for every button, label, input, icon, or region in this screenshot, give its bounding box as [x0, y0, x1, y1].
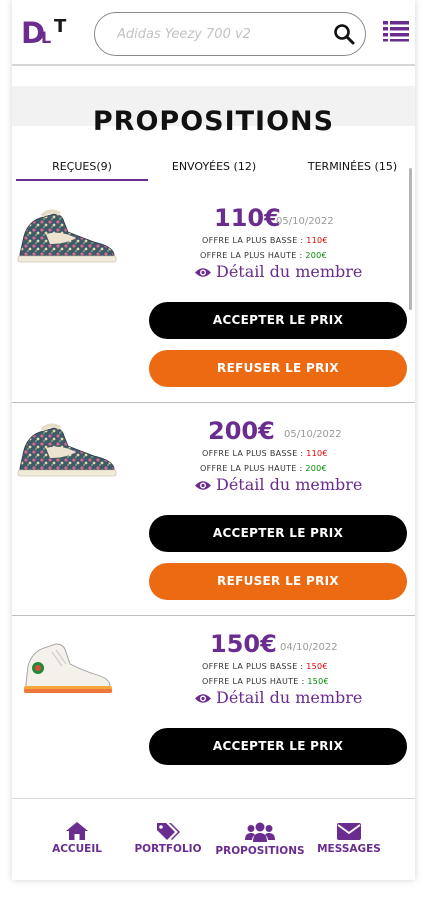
list-menu-icon[interactable] [383, 20, 409, 42]
lowest-offer: OFFRE LA PLUS BASSE : 110€ [202, 236, 328, 245]
offer-tabs: REÇUES(9) ENVOYÉES (12) TERMINÉES (15) [16, 160, 411, 182]
highest-offer-label: OFFRE LA PLUS HAUTE : [202, 677, 308, 686]
highest-offer-value: 200€ [305, 464, 327, 473]
envelope-icon [337, 823, 361, 840]
nav-item-messages[interactable]: MESSAGES [314, 821, 384, 855]
floral-sneaker-image [16, 418, 120, 486]
tab-sent[interactable]: ENVOYÉES (12) [154, 160, 274, 181]
offer-date: 04/10/2022 [280, 642, 338, 653]
logo-letter-l: L [41, 28, 52, 47]
search-bar [94, 12, 366, 56]
page-title: PROPOSITIONS [92, 106, 335, 137]
lowest-offer-value: 110€ [306, 236, 328, 245]
logo-letter-t: T [54, 16, 67, 37]
top-header: D L T [12, 0, 415, 66]
app-logo[interactable]: D L T [21, 12, 77, 50]
nav-item-propositions[interactable]: PROPOSITIONS [212, 821, 308, 857]
offer-price: 150€ [210, 630, 277, 658]
lowest-offer-label: OFFRE LA PLUS BASSE : [202, 236, 307, 245]
lowest-offer: OFFRE LA PLUS BASSE : 110€ [202, 449, 328, 458]
accept-price-button[interactable]: ACCEPTER LE PRIX [149, 728, 407, 765]
member-detail-link[interactable]: Détail du membre [194, 475, 362, 494]
highest-offer: OFFRE LA PLUS HAUTE : 200€ [200, 464, 327, 473]
eye-icon [195, 481, 211, 490]
member-detail-label: Détail du membre [216, 475, 363, 494]
tab-finished[interactable]: TERMINÉES (15) [294, 160, 411, 181]
accept-price-button[interactable]: ACCEPTER LE PRIX [149, 515, 407, 552]
refuse-price-button[interactable]: REFUSER LE PRIX [149, 350, 407, 387]
refuse-price-button[interactable]: REFUSER LE PRIX [149, 563, 407, 600]
offer-divider [12, 402, 415, 403]
lowest-offer-label: OFFRE LA PLUS BASSE : [202, 662, 307, 671]
eye-icon [195, 694, 211, 703]
member-detail-link[interactable]: Détail du membre [194, 688, 362, 707]
offer-date: 05/10/2022 [276, 216, 334, 227]
nav-label-messages: MESSAGES [317, 843, 381, 855]
white-sneaker-image [22, 640, 114, 702]
member-detail-link[interactable]: Détail du membre [194, 262, 362, 281]
bottom-nav: ACCUEIL PORTFOLIO PROPOSITIONS MESSAGES [12, 798, 415, 880]
highest-offer-label: OFFRE LA PLUS HAUTE : [200, 251, 306, 260]
highest-offer: OFFRE LA PLUS HAUTE : 200€ [200, 251, 327, 260]
offer-price: 200€ [208, 417, 275, 445]
users-icon [245, 822, 275, 842]
member-detail-label: Détail du membre [216, 688, 363, 707]
lowest-offer-value: 150€ [306, 662, 328, 671]
offer-date: 05/10/2022 [284, 429, 342, 440]
member-detail-label: Détail du membre [216, 262, 363, 281]
highest-offer-value: 150€ [307, 677, 329, 686]
nav-item-home[interactable]: ACCUEIL [46, 821, 108, 855]
nav-item-portfolio[interactable]: PORTFOLIO [132, 821, 204, 855]
lowest-offer: OFFRE LA PLUS BASSE : 150€ [202, 662, 328, 671]
tab-received[interactable]: REÇUES(9) [16, 160, 148, 181]
floral-sneaker-image [16, 204, 120, 272]
lowest-offer-value: 110€ [306, 449, 328, 458]
search-icon[interactable] [333, 23, 355, 45]
highest-offer: OFFRE LA PLUS HAUTE : 150€ [202, 677, 329, 686]
highest-offer-value: 200€ [305, 251, 327, 260]
lowest-offer-label: OFFRE LA PLUS BASSE : [202, 449, 307, 458]
highest-offer-label: OFFRE LA PLUS HAUTE : [200, 464, 306, 473]
nav-label-propositions: PROPOSITIONS [215, 845, 305, 857]
nav-label-home: ACCUEIL [52, 843, 102, 855]
accept-price-button[interactable]: ACCEPTER LE PRIX [149, 302, 407, 339]
app-frame: D L T PROPOSITIONS REÇUES(9) [12, 0, 415, 880]
search-input[interactable] [117, 23, 317, 45]
scrollbar-thumb[interactable] [409, 168, 412, 310]
home-icon [66, 822, 88, 840]
offer-price: 110€ [214, 204, 281, 232]
offer-divider [12, 615, 415, 616]
eye-icon [195, 268, 211, 277]
nav-label-portfolio: PORTFOLIO [134, 843, 202, 855]
tags-icon [157, 823, 180, 840]
